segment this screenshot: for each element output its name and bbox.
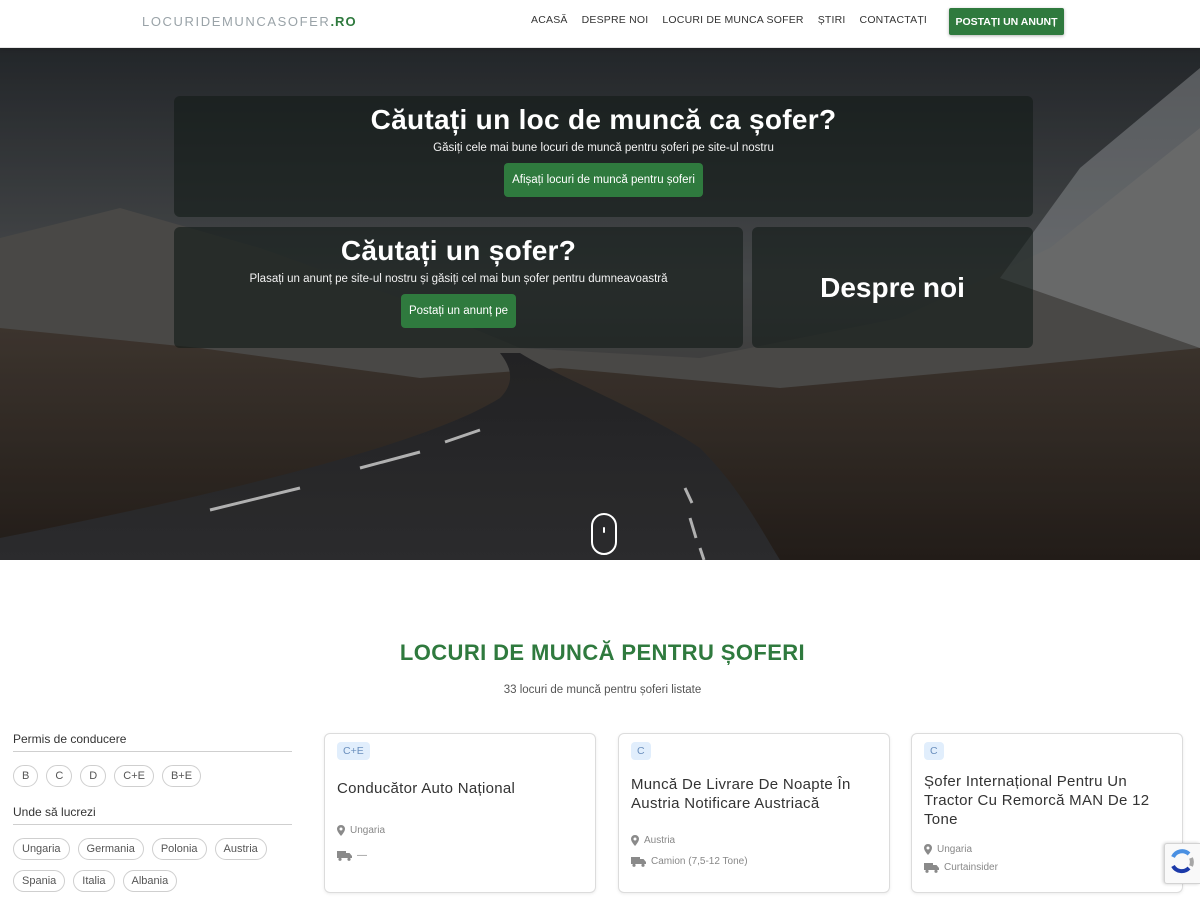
license-chip[interactable]: D	[80, 765, 107, 787]
country-chip[interactable]: Spania	[13, 870, 66, 892]
job-location: Austria	[631, 835, 675, 846]
job-location: Ungaria	[337, 825, 385, 836]
about-panel[interactable]: Despre noi	[752, 227, 1033, 348]
hero-section: Căutați un loc de muncă ca șofer? Găsiți…	[0, 48, 1200, 560]
about-title: Despre noi	[820, 271, 965, 303]
country-chip[interactable]: Germania	[77, 838, 144, 860]
job-title-line: Tone	[924, 811, 958, 828]
job-title-line: Tractor Cu Remorcă MAN De 12	[924, 792, 1150, 809]
job-vehicle-text: Camion (7,5-12 Tone)	[651, 856, 748, 867]
nav-item-about[interactable]: DESPRE NOI	[582, 14, 649, 26]
site-header: LOCURIDEMUNCASOFER.RO ACASĂ DESPRE NOI L…	[0, 0, 1200, 48]
job-title-line: Muncă De Livrare De Noapte În	[631, 776, 851, 793]
license-badge: C	[924, 742, 944, 760]
truck-icon	[337, 850, 352, 861]
job-title-line: Șofer Internațional Pentru Un	[924, 773, 1127, 790]
map-pin-icon	[924, 844, 932, 855]
license-chip[interactable]: C	[46, 765, 73, 787]
job-title[interactable]: Muncă De Livrare De Noapte În Austria No…	[631, 775, 851, 813]
job-location-text: Ungaria	[937, 844, 973, 855]
job-title-line: Conducător Auto Național	[337, 780, 516, 797]
recaptcha-icon[interactable]	[1164, 843, 1200, 884]
job-vehicle: Curtainsider	[924, 862, 998, 873]
find-job-panel: Căutați un loc de muncă ca șofer? Găsiți…	[174, 96, 1033, 217]
truck-icon	[924, 862, 939, 873]
nav-item-contact[interactable]: CONTACTAȚI	[860, 14, 928, 26]
find-job-title: Căutați un loc de muncă ca șofer?	[370, 104, 837, 135]
post-ad-hero-button[interactable]: Postați un anunț pe	[400, 294, 517, 328]
post-ad-button[interactable]: POSTAȚI UN ANUNȚ	[949, 8, 1064, 35]
job-card[interactable]: C Șofer Internațional Pentru Un Tractor …	[911, 733, 1183, 893]
find-driver-title: Căutați un șofer?	[340, 235, 577, 266]
job-vehicle: Camion (7,5-12 Tone)	[631, 856, 748, 867]
truck-icon	[631, 856, 646, 867]
location-filter-title: Unde să lucrezi	[13, 805, 292, 825]
job-location-text: Ungaria	[350, 825, 386, 836]
map-pin-icon	[337, 825, 345, 836]
job-location: Ungaria	[924, 844, 972, 855]
main-nav: ACASĂ DESPRE NOI LOCURI DE MUNCA SOFER Ș…	[531, 14, 927, 26]
country-chip[interactable]: Ungaria	[13, 838, 70, 860]
job-vehicle-text: Curtainsider	[944, 862, 998, 873]
license-badge: C+E	[337, 742, 370, 760]
map-pin-icon	[631, 835, 639, 846]
license-chip[interactable]: C+E	[114, 765, 154, 787]
country-chip[interactable]: Italia	[73, 870, 115, 892]
job-location-text: Austria	[644, 835, 676, 846]
site-logo[interactable]: LOCURIDEMUNCASOFER.RO	[142, 14, 357, 29]
nav-item-home[interactable]: ACASĂ	[531, 14, 568, 26]
scroll-mouse-icon[interactable]	[591, 513, 617, 555]
job-title[interactable]: Conducător Auto Național	[337, 779, 515, 798]
job-filters: Permis de conducere B C D C+E B+E Unde s…	[13, 732, 292, 910]
job-title[interactable]: Șofer Internațional Pentru Un Tractor Cu…	[924, 772, 1149, 829]
country-chip[interactable]: Polonia	[151, 838, 207, 860]
license-badge: C	[631, 742, 651, 760]
logo-tld-text: .RO	[330, 14, 357, 29]
license-filter-chips: B C D C+E B+E	[13, 765, 292, 787]
find-driver-panel: Căutați un șofer? Plasați un anunț pe si…	[174, 227, 743, 348]
nav-item-jobs[interactable]: LOCURI DE MUNCA SOFER	[662, 14, 803, 26]
license-chip[interactable]: B+E	[161, 765, 202, 787]
jobs-section-title: LOCURI DE MUNCĂ PENTRU ȘOFERI	[399, 640, 806, 665]
license-filter-title: Permis de conducere	[13, 732, 292, 752]
show-jobs-button[interactable]: Afișați locuri de muncă pentru șoferi	[504, 163, 703, 197]
jobs-count-text: 33 locuri de muncă pentru șoferi listate	[503, 684, 702, 696]
nav-item-news[interactable]: ȘTIRI	[818, 14, 846, 26]
country-chip[interactable]: Albania	[122, 870, 178, 892]
country-chip[interactable]: Austria	[214, 838, 267, 860]
find-job-subtitle: Găsiți cele mai bune locuri de muncă pen…	[433, 142, 774, 154]
job-vehicle-text: —	[357, 850, 367, 861]
job-card[interactable]: C Muncă De Livrare De Noapte În Austria …	[618, 733, 890, 893]
logo-main-text: LOCURIDEMUNCASOFER	[142, 14, 331, 29]
job-vehicle: —	[337, 850, 367, 861]
license-chip[interactable]: B	[13, 765, 39, 787]
job-title-line: Austria Notificare Austriacă	[631, 795, 820, 812]
find-driver-subtitle: Plasați un anunț pe site-ul nostru și gă…	[249, 273, 668, 285]
recaptcha-logo-icon	[1171, 849, 1194, 874]
job-card[interactable]: C+E Conducător Auto Național Ungaria —	[324, 733, 596, 893]
